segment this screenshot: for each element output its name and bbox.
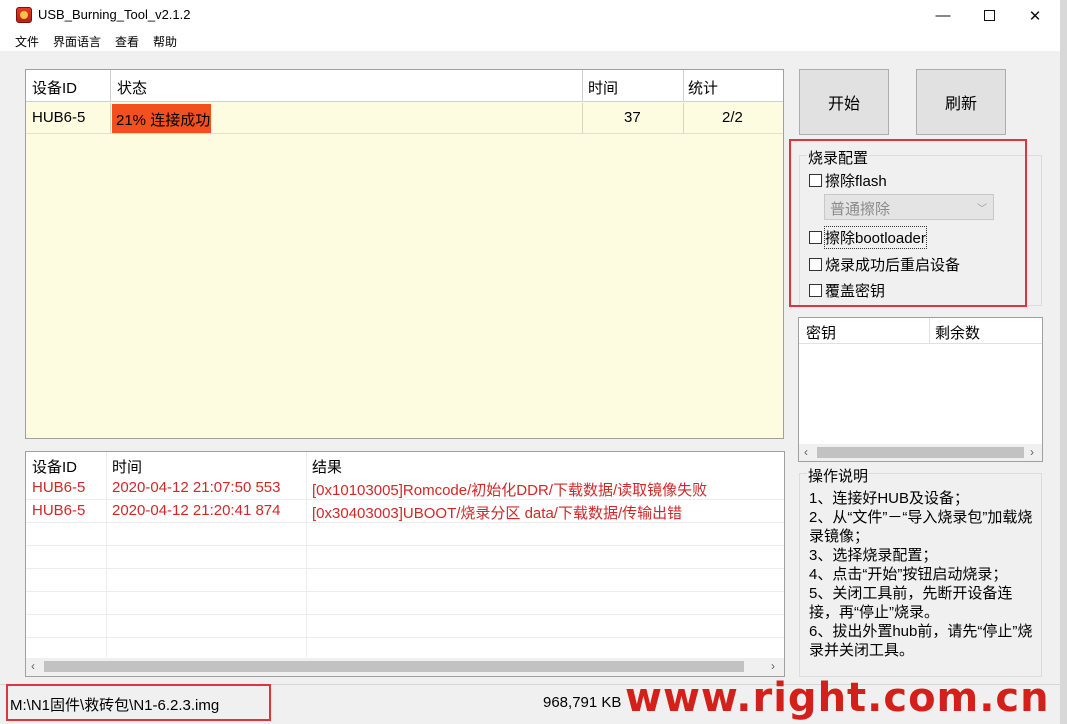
col-remaining[interactable]: 剩余数 <box>935 322 980 343</box>
log-device-id: HUB6-5 <box>32 502 86 519</box>
checkbox-icon <box>809 258 822 271</box>
highlight-box-path <box>6 684 271 721</box>
scroll-left-icon[interactable]: ‹ <box>804 445 808 459</box>
menu-file[interactable]: 文件 <box>15 33 39 50</box>
menu-help[interactable]: 帮助 <box>153 33 177 50</box>
overwrite-key-checkbox[interactable]: 覆盖密钥 <box>809 280 885 301</box>
checkbox-icon <box>809 284 822 297</box>
erase-mode-value: 普通擦除 <box>830 201 891 218</box>
refresh-button[interactable]: 刷新 <box>916 69 1006 135</box>
log-time: 2020-04-12 21:20:41 874 <box>112 502 281 519</box>
instruction-line: 2、从“文件”－“导入烧录包”加载烧录镜像； <box>809 509 1033 545</box>
minimize-button[interactable]: — <box>920 0 966 31</box>
watermark-text: www.right.com.cn <box>625 675 1050 721</box>
erase-mode-select[interactable]: 普通擦除 ﹀ <box>824 194 994 220</box>
maximize-icon <box>983 10 995 21</box>
log-device-id: HUB6-5 <box>32 479 86 496</box>
log-row[interactable]: HUB6-5 2020-04-12 21:07:50 553 [0x101030… <box>26 477 784 500</box>
erase-flash-label: 擦除flash <box>825 173 887 190</box>
instruction-line: 3、选择烧录配置； <box>809 547 938 564</box>
device-table[interactable]: 设备ID 状态 时间 统计 HUB6-5 21% 连接成功 37 2/2 <box>25 69 784 439</box>
start-button[interactable]: 开始 <box>799 69 889 135</box>
menu-language[interactable]: 界面语言 <box>53 33 101 50</box>
instructions-title: 操作说明 <box>807 465 870 486</box>
col-device-id[interactable]: 设备ID <box>32 77 77 98</box>
maximize-button[interactable] <box>966 0 1012 31</box>
scroll-thumb[interactable] <box>817 447 1024 458</box>
instruction-line: 5、关闭工具前，先断开设备连接，再“停止”烧录。 <box>809 585 1013 621</box>
device-time: 37 <box>624 109 641 126</box>
col-log-device-id[interactable]: 设备ID <box>32 456 77 477</box>
close-button[interactable]: ✕ <box>1012 0 1058 31</box>
log-result: [0x10103005]Romcode/初始化DDR/下载数据/读取镜像失败 <box>312 482 708 499</box>
log-table[interactable]: 设备ID 时间 结果 HUB6-5 2020-04-12 21:07:50 55… <box>25 451 785 677</box>
title-bar: USB_Burning_Tool_v2.1.2 — ✕ <box>0 0 1067 31</box>
col-stat[interactable]: 统计 <box>688 77 718 98</box>
reboot-after-label: 烧录成功后重启设备 <box>825 257 961 274</box>
instruction-line: 1、连接好HUB及设备； <box>809 490 970 507</box>
instruction-line: 4、点击“开始”按钮启动烧录； <box>809 566 1008 583</box>
window-title: USB_Burning_Tool_v2.1.2 <box>38 7 191 22</box>
col-status[interactable]: 状态 <box>117 77 147 98</box>
instructions-text: 1、连接好HUB及设备； 2、从“文件”－“导入烧录包”加载烧录镜像； 3、选择… <box>809 489 1037 660</box>
log-table-header: 设备ID 时间 结果 <box>26 452 784 477</box>
device-row[interactable]: HUB6-5 21% 连接成功 37 2/2 <box>26 103 783 134</box>
menu-bar: 文件 界面语言 查看 帮助 <box>0 31 1060 51</box>
erase-bootloader-checkbox[interactable]: 擦除bootloader <box>809 226 927 249</box>
scroll-right-icon[interactable]: › <box>1030 445 1034 459</box>
chevron-down-icon: ﹀ <box>977 204 987 215</box>
checkbox-icon <box>809 174 822 187</box>
log-time: 2020-04-12 21:07:50 553 <box>112 479 281 496</box>
instruction-line: 6、拔出外置hub前，请先“停止”烧录并关闭工具。 <box>809 623 1033 659</box>
col-key[interactable]: 密钥 <box>806 322 836 343</box>
device-stat: 2/2 <box>722 109 743 126</box>
device-table-header: 设备ID 状态 时间 统计 <box>26 70 783 102</box>
checkbox-icon <box>809 231 822 244</box>
status-file-size: 968,791 KB <box>543 694 622 711</box>
log-result: [0x30403003]UBOOT/烧录分区 data/下载数据/传输出错 <box>312 505 683 522</box>
device-id: HUB6-5 <box>32 109 86 126</box>
scroll-thumb[interactable] <box>44 661 744 672</box>
device-status: 21% 连接成功 <box>116 112 211 129</box>
erase-bootloader-label: 擦除bootloader <box>824 226 927 249</box>
key-table-scrollbar[interactable]: ‹ › <box>799 444 1042 461</box>
overwrite-key-label: 覆盖密钥 <box>825 283 886 300</box>
key-table-header: 密钥 剩余数 <box>799 318 1042 344</box>
app-icon <box>16 7 32 23</box>
scroll-left-icon[interactable]: ‹ <box>31 659 35 673</box>
erase-flash-checkbox[interactable]: 擦除flash <box>809 170 887 191</box>
col-log-result[interactable]: 结果 <box>312 456 342 477</box>
log-table-scrollbar[interactable]: ‹ › <box>26 658 784 676</box>
background-window-strip <box>1060 0 1067 724</box>
col-log-time[interactable]: 时间 <box>112 456 142 477</box>
key-table[interactable]: 密钥 剩余数 ‹ › <box>798 317 1043 462</box>
log-row[interactable]: HUB6-5 2020-04-12 21:20:41 874 [0x304030… <box>26 500 784 523</box>
col-time[interactable]: 时间 <box>588 77 618 98</box>
scroll-right-icon[interactable]: › <box>771 659 775 673</box>
menu-view[interactable]: 查看 <box>115 33 139 50</box>
reboot-after-checkbox[interactable]: 烧录成功后重启设备 <box>809 254 960 275</box>
